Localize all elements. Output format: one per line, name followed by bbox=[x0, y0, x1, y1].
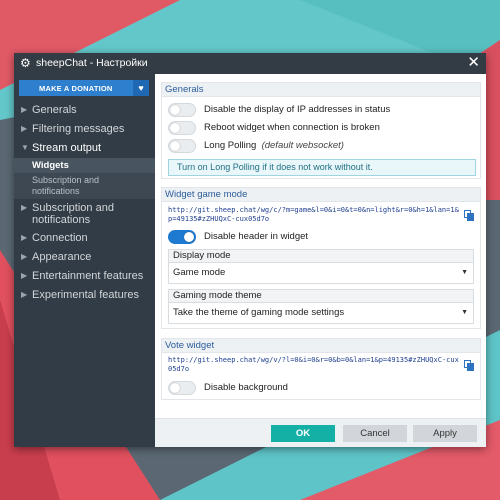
caret-down-icon: ▼ bbox=[461, 309, 468, 316]
chevron-down-icon: ▼ bbox=[21, 143, 29, 152]
widget-url[interactable]: http://git.sheep.chat/wg/c/?m=game&l=0&i… bbox=[168, 206, 462, 224]
vote-widget-section: Vote widget http://git.sheep.chat/wg/v/?… bbox=[161, 338, 481, 400]
toggle-label: Disable the display of IP addresses in s… bbox=[204, 104, 391, 115]
sidebar-item-entertainment-features[interactable]: ▶ Entertainment features bbox=[14, 267, 155, 286]
caret-down-icon: ▼ bbox=[461, 269, 468, 276]
sidebar-item-label: Connection bbox=[32, 232, 88, 244]
sidebar-item-appearance[interactable]: ▶ Appearance bbox=[14, 248, 155, 267]
toggle-knob bbox=[170, 123, 180, 133]
gaming-mode-theme-field: Gaming mode theme Take the theme of gami… bbox=[168, 289, 474, 324]
sidebar-subitem-label: Widgets bbox=[32, 160, 69, 171]
chevron-right-icon: ▶ bbox=[21, 252, 28, 261]
window-title: sheepChat - Настройки bbox=[36, 57, 148, 69]
widget-game-mode-section: Widget game mode http://git.sheep.chat/w… bbox=[161, 187, 481, 329]
vote-widget-url[interactable]: http://git.sheep.chat/wg/v/?l=0&i=0&r=0&… bbox=[168, 356, 462, 374]
sidebar-item-generals[interactable]: ▶ Generals bbox=[14, 101, 155, 120]
sidebar-item-label: Entertainment features bbox=[32, 270, 144, 282]
sidebar-subitem-widgets[interactable]: Widgets bbox=[14, 158, 155, 173]
long-polling-label: Long Polling bbox=[204, 140, 257, 151]
close-icon[interactable]: ✕ bbox=[467, 55, 480, 71]
donate-label: MAKE A DONATION bbox=[39, 84, 113, 93]
sidebar-item-connection[interactable]: ▶ Connection bbox=[14, 229, 155, 248]
sidebar-nav: ▶ Generals ▶ Filtering messages ▼ Stream… bbox=[14, 101, 155, 305]
settings-content: Generals Disable the display of IP addre… bbox=[155, 74, 486, 447]
copy-icon[interactable] bbox=[464, 210, 475, 222]
section-header: Vote widget bbox=[162, 339, 480, 353]
chevron-right-icon: ▶ bbox=[21, 290, 28, 299]
toggle-knob bbox=[170, 383, 180, 393]
settings-window: ⚙ sheepChat - Настройки ✕ MAKE A DONATIO… bbox=[14, 53, 486, 447]
toggle-disable-ip-display[interactable] bbox=[168, 103, 196, 117]
toggle-label: Disable background bbox=[204, 382, 288, 393]
display-mode-select[interactable]: Game mode ▼ bbox=[169, 263, 473, 283]
cancel-button[interactable]: Cancel bbox=[343, 425, 407, 442]
select-value: Game mode bbox=[173, 267, 226, 278]
sidebar-subitem-subscription-notifications[interactable]: Subscription and notifications bbox=[14, 173, 155, 199]
sidebar-item-label: Filtering messages bbox=[32, 123, 125, 135]
sidebar-item-label: Generals bbox=[32, 104, 77, 116]
sidebar-item-stream-output[interactable]: ▼ Stream output bbox=[14, 139, 155, 158]
chevron-right-icon: ▶ bbox=[21, 233, 28, 242]
field-label: Display mode bbox=[169, 250, 473, 263]
toggle-label: Disable header in widget bbox=[204, 231, 309, 242]
info-message: Turn on Long Polling if it does not work… bbox=[168, 159, 476, 176]
sidebar-item-experimental-features[interactable]: ▶ Experimental features bbox=[14, 286, 155, 305]
select-value: Take the theme of gaming mode settings bbox=[173, 307, 345, 318]
toggle-reboot-widget[interactable] bbox=[168, 121, 196, 135]
toggle-long-polling[interactable] bbox=[168, 139, 196, 153]
title-bar: ⚙ sheepChat - Настройки ✕ bbox=[14, 53, 486, 74]
sidebar-item-label: Appearance bbox=[32, 251, 92, 263]
chevron-right-icon: ▶ bbox=[21, 203, 28, 212]
chevron-right-icon: ▶ bbox=[21, 271, 28, 280]
toggle-label: Long Polling (default websocket) bbox=[204, 140, 344, 152]
toggle-knob bbox=[170, 105, 180, 115]
ok-button[interactable]: OK bbox=[271, 425, 335, 442]
display-mode-field: Display mode Game mode ▼ bbox=[168, 249, 474, 284]
sidebar-item-label: Experimental features bbox=[32, 289, 139, 301]
sidebar-subitem-label: Subscription and notifications bbox=[32, 175, 100, 196]
long-polling-note: (default websocket) bbox=[261, 140, 344, 151]
toggle-disable-background[interactable] bbox=[168, 381, 196, 395]
heart-icon: ♥ bbox=[133, 80, 149, 96]
generals-section: Generals Disable the display of IP addre… bbox=[161, 82, 481, 179]
chevron-right-icon: ▶ bbox=[21, 105, 28, 114]
sidebar-item-label: Subscription and notifications bbox=[32, 202, 114, 226]
dialog-footer: OK Cancel Apply bbox=[155, 418, 486, 447]
toggle-knob bbox=[184, 232, 194, 242]
copy-icon[interactable] bbox=[464, 360, 475, 372]
gaming-mode-theme-select[interactable]: Take the theme of gaming mode settings ▼ bbox=[169, 303, 473, 323]
chevron-right-icon: ▶ bbox=[21, 124, 28, 133]
toggle-label: Reboot widget when connection is broken bbox=[204, 122, 380, 133]
section-header: Widget game mode bbox=[162, 188, 480, 202]
sidebar-item-filtering-messages[interactable]: ▶ Filtering messages bbox=[14, 120, 155, 139]
sidebar: MAKE A DONATION ♥ ▶ Generals ▶ Filtering… bbox=[14, 74, 155, 447]
apply-button[interactable]: Apply bbox=[413, 425, 477, 442]
section-header: Generals bbox=[162, 83, 480, 97]
sidebar-item-subscription-notifications[interactable]: ▶ Subscription and notifications bbox=[14, 199, 155, 229]
field-label: Gaming mode theme bbox=[169, 290, 473, 303]
gear-icon: ⚙ bbox=[20, 56, 31, 70]
sidebar-item-label: Stream output bbox=[32, 142, 102, 154]
toggle-disable-header[interactable] bbox=[168, 230, 196, 244]
donate-button[interactable]: MAKE A DONATION ♥ bbox=[19, 80, 149, 96]
toggle-knob bbox=[170, 141, 180, 151]
